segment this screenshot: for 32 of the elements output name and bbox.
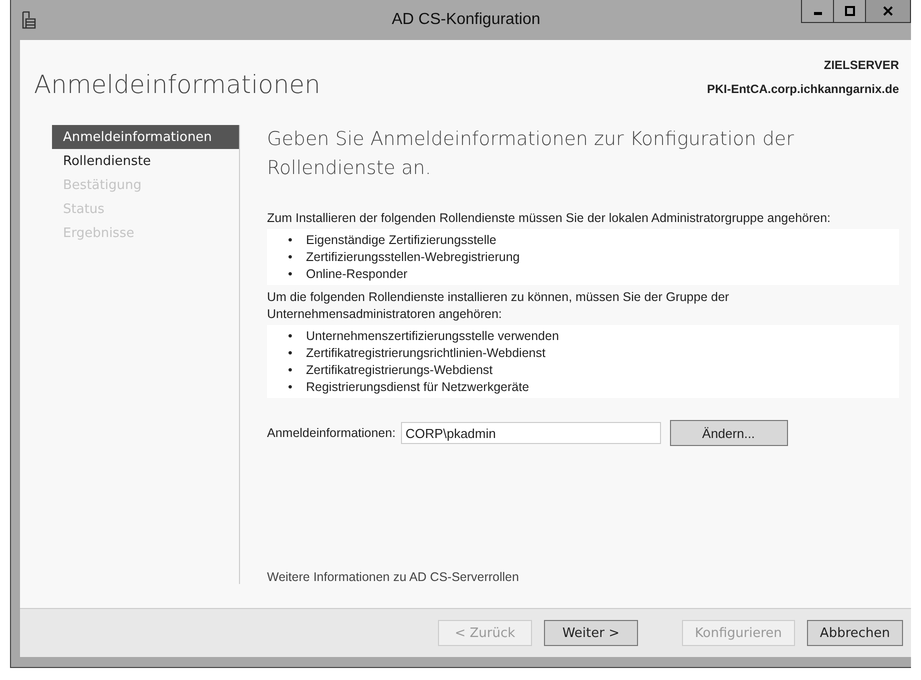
- change-button[interactable]: Ändern...: [670, 420, 788, 446]
- bullet: •: [288, 362, 294, 379]
- role-list-item: Unternehmenszertifizierungsstelle verwenden: [306, 328, 559, 345]
- bullet: •: [288, 266, 294, 283]
- close-button[interactable]: [866, 0, 910, 22]
- role-list-item: Zertifizierungsstellen-Webregistrierung: [306, 249, 520, 266]
- target-server-label: ZIELSERVER: [824, 58, 899, 72]
- bullet: •: [288, 249, 294, 266]
- bullet: •: [288, 345, 294, 362]
- target-server-name: PKI-EntCA.corp.ichkanngarnix.de: [706, 82, 899, 96]
- role-list-item: Eigenständige Zertifizierungsstelle: [306, 232, 496, 249]
- role-list-item: Online-Responder: [306, 266, 408, 283]
- credentials-label: Anmeldeinformationen:: [267, 426, 396, 440]
- role-list-item: Zertifikatregistrierungs-Webdienst: [306, 362, 493, 379]
- role-list-item: Registrierungsdienst für Netzwerkgeräte: [306, 379, 530, 396]
- requirement-text: Um die folgenden Rollendienste installieren zu können, müssen Sie der Gruppe der Unternehmensadministratoren angehören:: [267, 289, 730, 323]
- bullet: •: [288, 328, 294, 345]
- more-info-link[interactable]: Weitere Informationen zu AD CS-Serverrollen: [267, 570, 519, 584]
- role-list-item: Zertifikatregistrierungsrichtlinien-Webdienst: [306, 345, 546, 362]
- page-title: Anmeldeinformationen: [34, 70, 320, 101]
- window-title: AD CS-Konfiguration: [390, 11, 542, 29]
- maximize-icon: [844, 6, 854, 16]
- wizard-button[interactable]: Weiter >: [544, 620, 638, 646]
- wizard-button[interactable]: Abbrechen: [806, 620, 903, 646]
- credentials-field[interactable]: CORP\pkadmin: [400, 422, 661, 444]
- bullet: •: [288, 232, 294, 249]
- sidebar-item[interactable]: Anmeldeinformationen: [52, 125, 239, 149]
- requirement-text: Zum Installieren der folgenden Rollendienste müssen Sie der lokalen Administratorgruppe angehören:: [267, 210, 832, 227]
- bullet: •: [288, 379, 294, 396]
- sidebar-item[interactable]: Rollendienste: [52, 149, 239, 173]
- instruction-heading: Geben Sie Anmeldeinformationen zur Konfiguration der Rollendienste an.: [267, 127, 795, 181]
- close-icon: [883, 6, 893, 16]
